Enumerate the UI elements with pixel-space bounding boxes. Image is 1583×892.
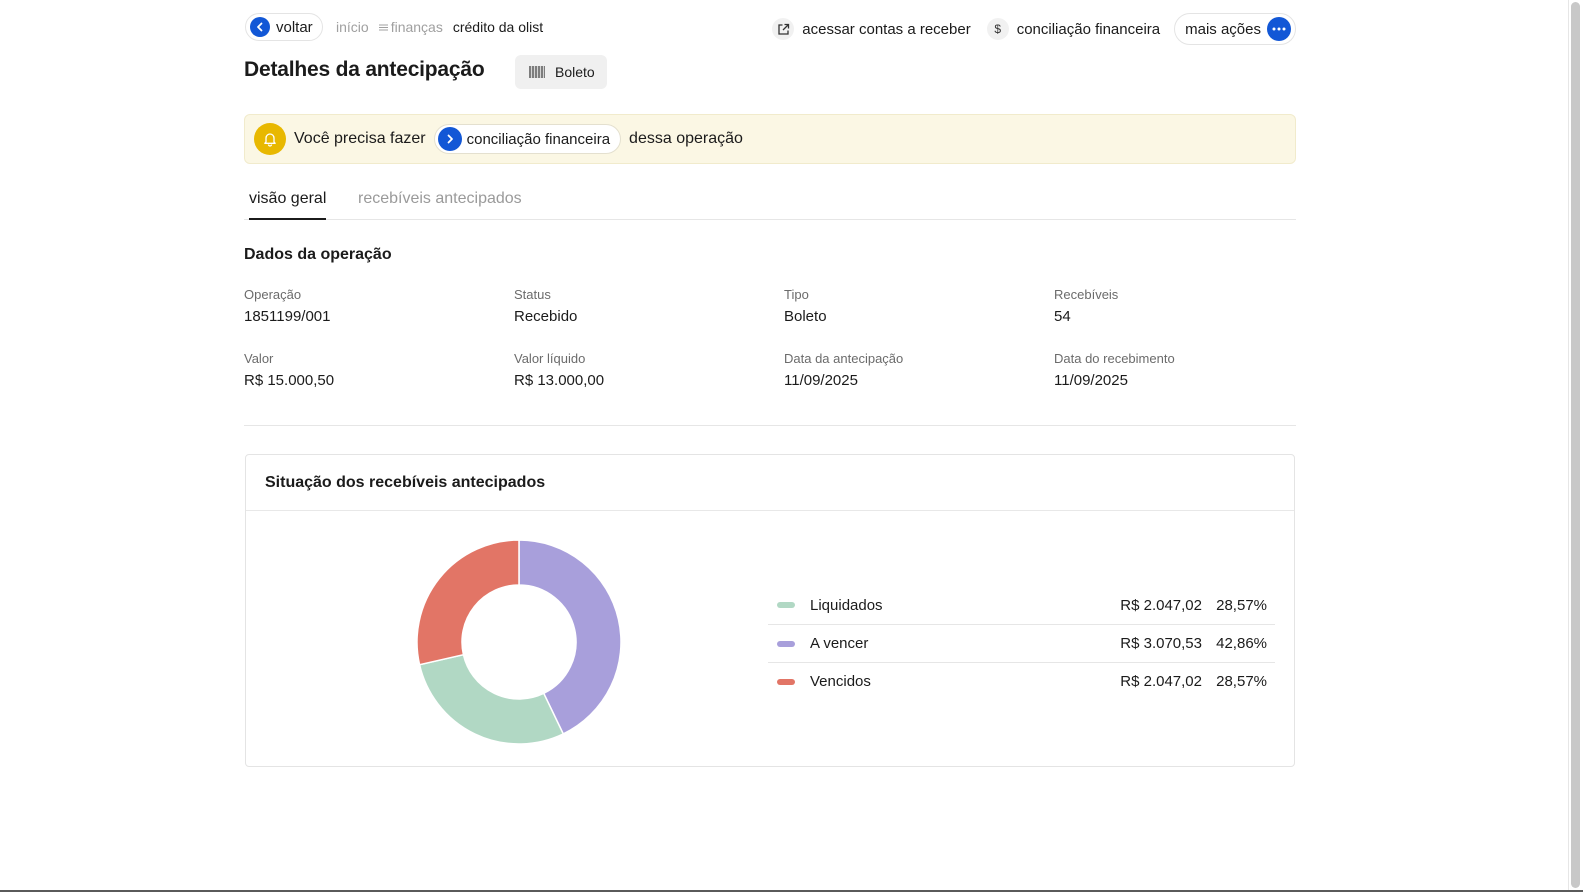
legend-amount: R$ 3.070,53 bbox=[1120, 635, 1202, 652]
field-receipt-date: Data do recebimento 11/09/2025 bbox=[1054, 351, 1175, 389]
top-bar: voltar início finanças crédito da olist … bbox=[244, 13, 1296, 45]
legend-percentage: 28,57% bbox=[1216, 596, 1267, 614]
field-label: Status bbox=[514, 287, 551, 302]
field-label: Recebíveis bbox=[1054, 287, 1119, 302]
operation-section-title: Dados da operação bbox=[244, 246, 392, 263]
legend-percentage: 42,86% bbox=[1216, 635, 1267, 652]
chevron-right-icon bbox=[437, 127, 462, 151]
field-label: Valor bbox=[244, 351, 274, 366]
more-actions-button[interactable]: mais ações bbox=[1174, 13, 1296, 45]
field-value: 54 bbox=[1054, 308, 1071, 325]
field-label: Valor líquido bbox=[514, 351, 586, 366]
reconciliation-link-label: conciliação financeira bbox=[1016, 20, 1161, 38]
field-amount: Valor R$ 15.000,50 bbox=[244, 351, 334, 389]
divider bbox=[244, 425, 1296, 426]
card-title: Situação dos recebíveis antecipados bbox=[246, 455, 1294, 511]
page-title: Detalhes da antecipação bbox=[244, 58, 485, 81]
type-tag: Boleto bbox=[515, 55, 607, 89]
legend-swatch bbox=[777, 678, 795, 685]
donut-chart bbox=[416, 539, 622, 745]
breadcrumb-finance-label: finanças bbox=[390, 19, 443, 35]
header-actions: acessar contas a receber $ conciliação f… bbox=[770, 13, 1296, 45]
back-label: voltar bbox=[276, 18, 313, 36]
vertical-scrollbar[interactable] bbox=[1568, 0, 1583, 892]
field-net-amount: Valor líquido R$ 13.000,00 bbox=[514, 351, 604, 389]
chevron-left-icon bbox=[250, 17, 270, 37]
breadcrumb-current: crédito da olist bbox=[452, 19, 544, 35]
tab-bar: visão geral recebíveis antecipados bbox=[244, 186, 1296, 220]
chart-legend: Liquidados R$ 2.047,02 28,57% A vencer R… bbox=[768, 586, 1275, 700]
legend-name: Liquidados bbox=[810, 596, 883, 614]
more-icon bbox=[1267, 17, 1291, 41]
tab-anticipated-receivables[interactable]: recebíveis antecipados bbox=[358, 190, 522, 218]
legend-swatch bbox=[777, 602, 795, 608]
receivables-link-label: acessar contas a receber bbox=[802, 20, 971, 38]
field-value: R$ 13.000,00 bbox=[514, 372, 605, 389]
field-status: Status Recebido bbox=[514, 287, 577, 325]
dollar-icon: $ bbox=[986, 18, 1009, 40]
legend-row: A vencer R$ 3.070,53 42,86% bbox=[768, 624, 1275, 662]
external-link-icon bbox=[772, 18, 795, 40]
alert-text-after: dessa operação bbox=[629, 130, 743, 147]
field-label: Operação bbox=[244, 287, 302, 302]
donut-slice-liquidados[interactable] bbox=[418, 653, 565, 745]
back-button[interactable]: voltar bbox=[245, 13, 323, 41]
field-label: Tipo bbox=[784, 287, 809, 302]
donut-slice-vencidos[interactable] bbox=[416, 539, 520, 666]
field-value: 1851199/001 bbox=[244, 308, 331, 325]
field-value: 11/09/2025 bbox=[784, 372, 858, 389]
reconciliation-alert: Você precisa fazer conciliação financeir… bbox=[244, 114, 1296, 164]
field-value: Recebido bbox=[514, 308, 578, 325]
breadcrumb-home[interactable]: início bbox=[336, 19, 369, 35]
field-label: Data da antecipação bbox=[784, 351, 904, 366]
field-label: Data do recebimento bbox=[1054, 351, 1175, 366]
receivables-link[interactable]: acessar contas a receber bbox=[770, 14, 974, 44]
barcode-icon bbox=[529, 66, 545, 78]
alert-text-before: Você precisa fazer bbox=[294, 130, 426, 147]
reconciliation-link[interactable]: $ conciliação financeira bbox=[985, 14, 1164, 44]
legend-amount: R$ 2.047,02 bbox=[1120, 673, 1202, 690]
field-anticipation-date: Data da antecipação 11/09/2025 bbox=[784, 351, 903, 389]
legend-amount: R$ 2.047,02 bbox=[1120, 596, 1202, 614]
legend-name: Vencidos bbox=[810, 673, 871, 690]
bell-icon bbox=[254, 123, 286, 155]
legend-name: A vencer bbox=[810, 635, 869, 652]
scrollbar-thumb[interactable] bbox=[1571, 2, 1580, 888]
more-actions-label: mais ações bbox=[1185, 20, 1261, 38]
legend-row: Vencidos R$ 2.047,02 28,57% bbox=[768, 662, 1275, 700]
legend-row: Liquidados R$ 2.047,02 28,57% bbox=[768, 586, 1275, 624]
field-operation: Operação 1851199/001 bbox=[244, 287, 330, 325]
legend-percentage: 28,57% bbox=[1216, 673, 1267, 690]
field-value: R$ 15.000,50 bbox=[244, 372, 335, 389]
field-type: Tipo Boleto bbox=[784, 287, 827, 325]
legend-swatch bbox=[777, 640, 795, 647]
breadcrumb: início finanças crédito da olist bbox=[336, 19, 543, 35]
tab-overview[interactable]: visão geral bbox=[249, 190, 327, 220]
type-tag-label: Boleto bbox=[555, 64, 595, 80]
field-value: 11/09/2025 bbox=[1054, 372, 1128, 389]
alert-link-label: conciliação financeira bbox=[466, 130, 611, 148]
field-receivables-count: Recebíveis 54 bbox=[1054, 287, 1118, 325]
alert-reconciliation-link[interactable]: conciliação financeira bbox=[433, 124, 622, 154]
menu-icon bbox=[378, 24, 388, 30]
breadcrumb-finance[interactable]: finanças bbox=[378, 19, 443, 35]
field-value: Boleto bbox=[784, 308, 827, 325]
receivables-status-card: Situação dos recebíveis antecipados Liqu… bbox=[245, 454, 1295, 767]
